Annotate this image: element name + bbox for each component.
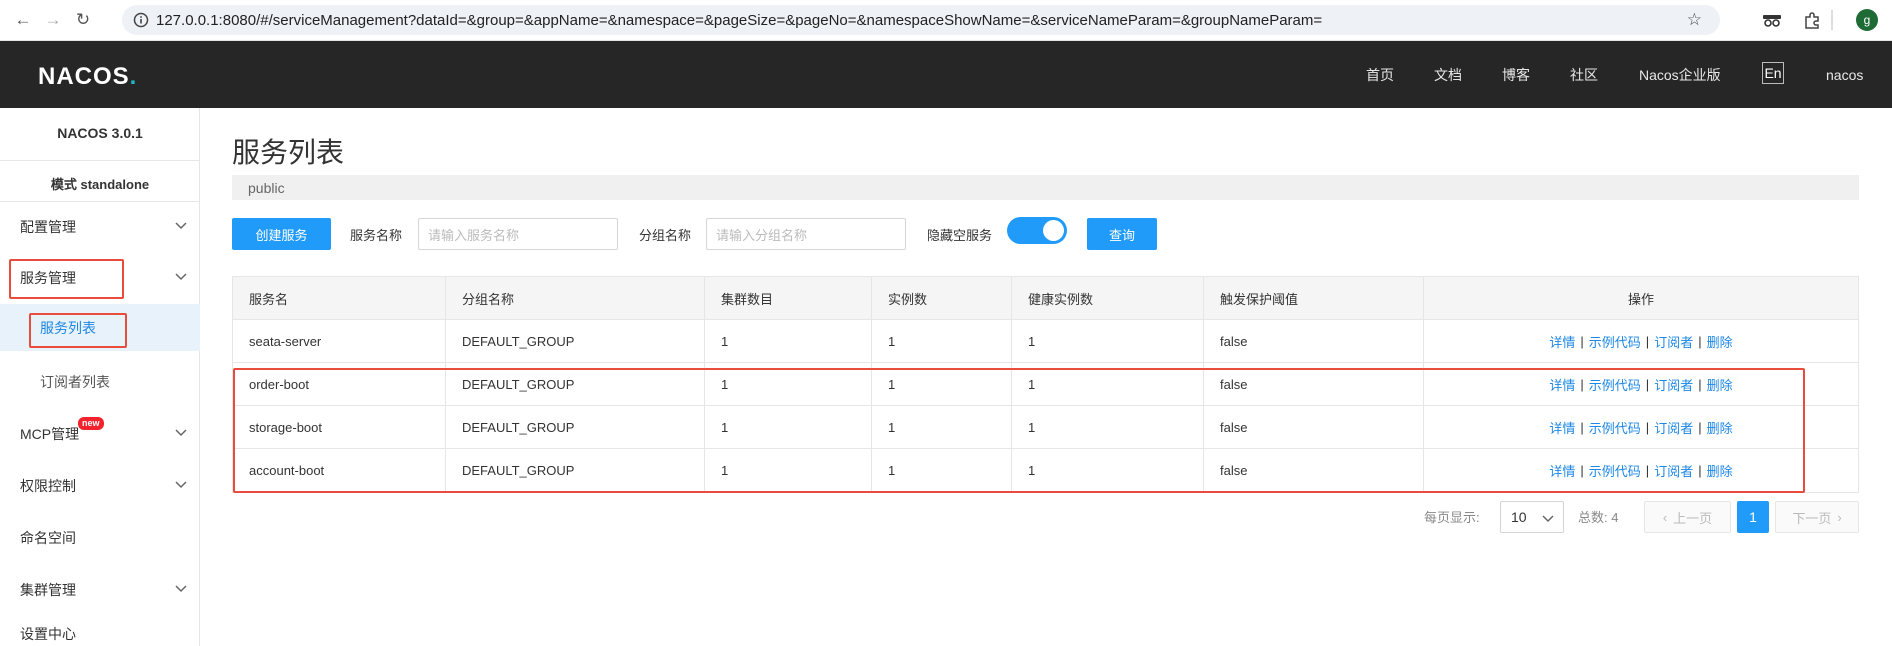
sample-code-link[interactable]: 示例代码 xyxy=(1589,332,1641,351)
nacos-logo[interactable]: NACOS. xyxy=(38,63,137,91)
sidebar-item-label: 订阅者列表 xyxy=(40,374,110,390)
highlight-box-rows xyxy=(233,368,1805,493)
chevron-down-icon xyxy=(175,222,187,230)
sidebar-divider xyxy=(0,201,200,202)
create-service-button[interactable]: 创建服务 xyxy=(232,218,331,250)
table-row: seata-server DEFAULT_GROUP 1 1 1 false 详情 | 示例代码… xyxy=(233,320,1858,363)
table-header: 操作 xyxy=(1627,292,1654,307)
app-header: NACOS. 首页 文档 博客 社区 Nacos企业版 En nacos xyxy=(0,41,1892,108)
separator: | xyxy=(1698,334,1702,349)
version-label: NACOS 3.0.1 xyxy=(57,125,143,141)
delete-link[interactable]: 删除 xyxy=(1707,332,1733,351)
logo-dot: . xyxy=(129,63,138,90)
sidebar-item-subscriber-list[interactable]: 订阅者列表 xyxy=(0,362,200,402)
reload-icon[interactable]: ↻ xyxy=(72,9,94,31)
query-button[interactable]: 查询 xyxy=(1087,218,1157,250)
service-name-label: 服务名称 xyxy=(350,228,403,243)
chevron-down-icon xyxy=(175,585,187,593)
nav-home[interactable]: 首页 xyxy=(1366,41,1394,108)
sidebar-item-auth[interactable]: 权限控制 xyxy=(0,466,200,506)
hide-empty-label: 隐藏空服务 xyxy=(927,228,993,243)
nav-enterprise[interactable]: Nacos企业版 xyxy=(1639,41,1721,108)
chevron-right-icon: › xyxy=(1837,509,1842,525)
nav-blog[interactable]: 博客 xyxy=(1502,41,1530,108)
sidebar-item-namespace[interactable]: 命名空间 xyxy=(0,518,200,558)
next-label: 下一页 xyxy=(1792,510,1832,526)
new-badge: new xyxy=(78,417,104,430)
prev-label: 上一页 xyxy=(1673,510,1713,526)
table-header: 分组名称 xyxy=(446,277,705,320)
sidebar-item-label: 设置中心 xyxy=(20,626,76,642)
page-number-button[interactable]: 1 xyxy=(1737,501,1769,533)
sidebar-item-settings[interactable]: 设置中心 xyxy=(0,620,200,646)
logo-text: NACOS xyxy=(38,63,130,90)
hide-empty-toggle[interactable] xyxy=(1007,217,1067,244)
table-header: 服务名 xyxy=(233,277,446,320)
profile-avatar[interactable]: g xyxy=(1856,9,1878,31)
sidebar-item-label: 命名空间 xyxy=(20,530,76,546)
namespace-name: public xyxy=(248,179,285,196)
namespace-bar[interactable]: public xyxy=(232,175,1859,200)
sidebar-item-mcp[interactable]: MCP管理 new xyxy=(0,414,200,454)
sidebar-item-config[interactable]: 配置管理 xyxy=(0,207,200,247)
service-name-input[interactable]: 请输入服务名称 xyxy=(418,218,618,250)
toggle-knob xyxy=(1043,220,1064,241)
incognito-icon[interactable] xyxy=(1761,9,1783,31)
sidebar-item-label: 配置管理 xyxy=(20,219,76,235)
toolbar-divider xyxy=(1831,10,1833,30)
back-icon[interactable]: ← xyxy=(12,9,34,31)
table-cell: 1 xyxy=(872,320,1012,363)
table-header: 集群数目 xyxy=(705,277,872,320)
table-header: 实例数 xyxy=(872,277,1012,320)
sidebar-divider xyxy=(0,160,200,161)
language-toggle-button[interactable]: En xyxy=(1762,62,1784,84)
sidebar-item-label: 权限控制 xyxy=(20,478,76,494)
highlight-box-service-list xyxy=(29,313,127,348)
page-size-select[interactable]: 10 xyxy=(1500,501,1564,533)
chevron-down-icon xyxy=(175,273,187,281)
table-cell: 1 xyxy=(705,320,872,363)
address-bar[interactable]: 127.0.0.1:8080/#/serviceManagement?dataI… xyxy=(122,5,1720,35)
separator: | xyxy=(1645,334,1650,349)
chevron-left-icon: ‹ xyxy=(1662,509,1668,525)
table-header-row: 服务名 分组名称 集群数目 实例数 健康实例数 触发保护阈值 操作 xyxy=(233,277,1858,320)
forward-icon[interactable]: → xyxy=(42,9,64,31)
url-text: 127.0.0.1:8080/#/serviceManagement?dataI… xyxy=(156,11,1323,29)
page-size-label: 每页显示: xyxy=(1424,510,1480,525)
detail-link[interactable]: 详情 xyxy=(1549,332,1575,351)
extensions-icon[interactable] xyxy=(1801,9,1823,31)
page-size-value: 10 xyxy=(1511,509,1527,525)
table-header: 健康实例数 xyxy=(1012,277,1204,320)
page-title: 服务列表 xyxy=(232,137,345,168)
browser-toolbar: ← → ↻ 127.0.0.1:8080/#/serviceManagement… xyxy=(0,0,1892,41)
bookmark-star-icon[interactable]: ☆ xyxy=(1687,10,1702,30)
total-count: 总数: 4 xyxy=(1578,510,1619,525)
row-actions: 详情 | 示例代码 | 订阅者 | 删除 xyxy=(1424,320,1858,363)
group-name-input[interactable]: 请输入分组名称 xyxy=(706,218,906,250)
separator: | xyxy=(1580,334,1584,349)
next-page-button[interactable]: 下一页 › xyxy=(1775,501,1859,533)
highlight-box-service-menu xyxy=(9,259,124,299)
chevron-down-icon xyxy=(175,481,187,489)
subscribers-link[interactable]: 订阅者 xyxy=(1654,332,1693,351)
table-cell: 1 xyxy=(1012,320,1204,363)
chevron-down-icon xyxy=(175,429,187,437)
nav-docs[interactable]: 文档 xyxy=(1434,41,1462,108)
sidebar: NACOS 3.0.1 模式 standalone 配置管理 服务管理 服务列表… xyxy=(0,108,200,646)
table-header: 触发保护阈值 xyxy=(1204,277,1424,320)
nav-community[interactable]: 社区 xyxy=(1570,41,1598,108)
sidebar-item-label: MCP管理 xyxy=(20,426,80,442)
sidebar-item-cluster[interactable]: 集群管理 xyxy=(0,570,200,610)
table-cell: DEFAULT_GROUP xyxy=(446,320,705,363)
table-cell: false xyxy=(1204,320,1424,363)
prev-page-button[interactable]: ‹ 上一页 xyxy=(1644,501,1731,533)
chevron-down-icon xyxy=(1542,515,1554,523)
group-name-label: 分组名称 xyxy=(639,228,692,243)
sidebar-item-label-wrap: MCP管理 new xyxy=(20,417,104,444)
sidebar-item-label: 集群管理 xyxy=(20,582,76,598)
site-info-icon[interactable] xyxy=(132,11,150,29)
mode-label: 模式 standalone xyxy=(50,177,150,192)
user-menu[interactable]: nacos xyxy=(1826,41,1863,108)
table-cell: seata-server xyxy=(233,320,446,363)
